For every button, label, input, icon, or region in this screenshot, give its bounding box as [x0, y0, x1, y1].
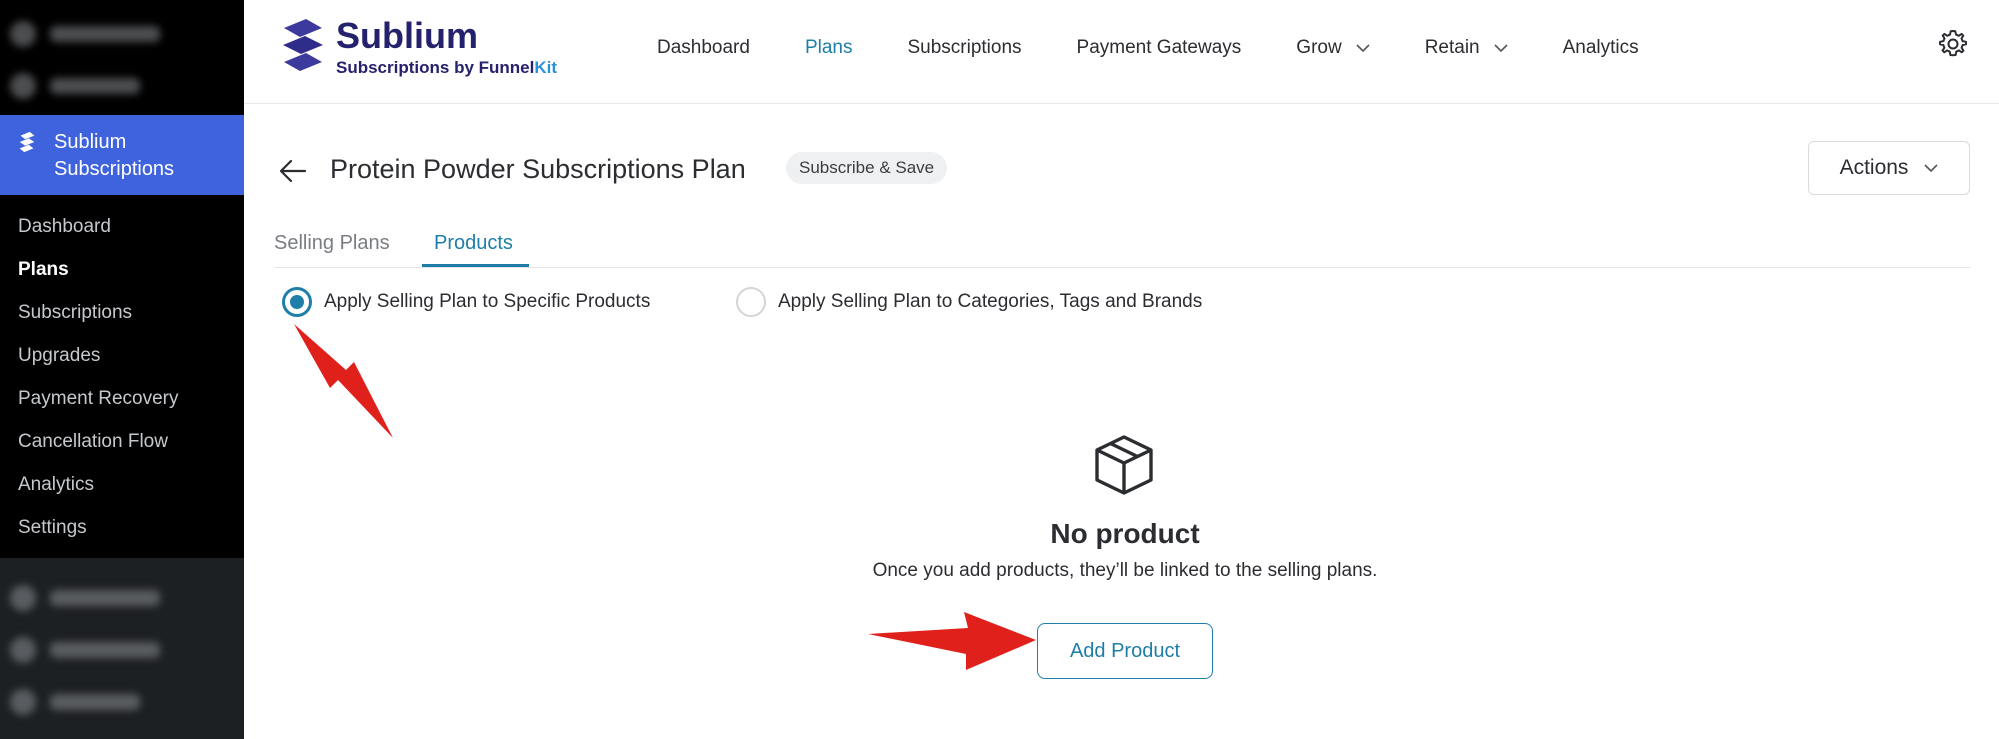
tab-products[interactable]: Products [434, 232, 513, 255]
nav-plans-label: Plans [804, 37, 853, 58]
sidebar-item-analytics[interactable]: Analytics [0, 463, 244, 506]
nav-grow[interactable]: Grow [1296, 37, 1370, 59]
page-title: Protein Powder Subscriptions Plan [330, 154, 746, 184]
sidebar-plugin-label: Sublium Subscriptions [54, 131, 175, 180]
radio-categories-tags-brands[interactable]: Apply Selling Plan to Categories, Tags a… [736, 287, 1202, 317]
chevron-down-icon [1356, 44, 1370, 53]
sublium-logo-icon [283, 19, 323, 71]
brand-tagline-suffix: Kit [534, 58, 558, 77]
nav-payment-gateways[interactable]: Payment Gateways [1077, 37, 1242, 59]
nav-grow-label: Grow [1296, 37, 1342, 58]
nav-dashboard[interactable]: Dashboard [657, 37, 750, 59]
back-arrow-icon[interactable] [278, 156, 308, 186]
tab-selling-plans[interactable]: Selling Plans [274, 232, 390, 255]
sidebar-submenu: Dashboard Plans Subscriptions Upgrades P… [0, 205, 244, 549]
nav-payment-gateways-label: Payment Gateways [1076, 37, 1242, 58]
brand[interactable]: Sublium Subscriptions by FunnelKit [280, 18, 557, 78]
radio-button-unchecked[interactable] [736, 287, 766, 317]
brand-tagline: Subscriptions by FunnelKit [336, 58, 557, 78]
blurred-menu-items-bottom [10, 572, 160, 728]
empty-state-description: Once you add products, they’ll be linked… [872, 560, 1378, 581]
top-header: Sublium Subscriptions by FunnelKit Dashb… [244, 0, 1999, 104]
plan-type-badge: Subscribe & Save [786, 152, 948, 184]
blurred-menu-items-top-overlay [10, 8, 160, 112]
nav-plans[interactable]: Plans [805, 37, 853, 59]
sidebar-item-upgrades[interactable]: Upgrades [0, 334, 244, 377]
brand-tagline-prefix: Subscriptions by Funnel [336, 58, 535, 77]
nav-subscriptions[interactable]: Subscriptions [907, 37, 1021, 59]
nav-retain-label: Retain [1424, 37, 1480, 58]
sidebar-item-dashboard[interactable]: Dashboard [0, 205, 244, 248]
radio-specific-products[interactable]: Apply Selling Plan to Specific Products [282, 287, 650, 317]
plan-tabs: Selling Plans Products [274, 224, 1970, 268]
sidebar-item-settings[interactable]: Settings [0, 506, 244, 549]
chevron-down-icon [1924, 164, 1939, 173]
sidebar-plugin-sublium[interactable]: Sublium Subscriptions [0, 115, 244, 195]
sublium-icon [19, 131, 35, 153]
sidebar-item-plans[interactable]: Plans [0, 248, 244, 291]
sidebar-item-cancellation-flow[interactable]: Cancellation Flow [0, 420, 244, 463]
empty-state-title: No product [1050, 518, 1200, 549]
radio-categories-label: Apply Selling Plan to Categories, Tags a… [778, 291, 1203, 312]
sidebar-item-subscriptions[interactable]: Subscriptions [0, 291, 244, 334]
wp-admin-sidebar: Sublium Subscriptions Dashboard Plans Su… [0, 0, 244, 739]
brand-name: Sublium [336, 15, 478, 56]
active-tab-indicator [422, 264, 529, 267]
gear-icon[interactable] [1937, 28, 1969, 60]
nav-subscriptions-label: Subscriptions [907, 37, 1022, 58]
radio-specific-products-label: Apply Selling Plan to Specific Products [324, 291, 651, 312]
nav-dashboard-label: Dashboard [657, 37, 750, 58]
add-product-button[interactable]: Add Product [1037, 623, 1213, 679]
actions-label: Actions [1839, 156, 1909, 179]
radio-button-checked[interactable] [282, 287, 312, 317]
actions-dropdown-button[interactable]: Actions [1808, 141, 1970, 195]
box-icon [1095, 435, 1153, 495]
nav-retain[interactable]: Retain [1425, 37, 1508, 59]
main-content: Protein Powder Subscriptions Plan Subscr… [244, 104, 1999, 739]
nav-analytics[interactable]: Analytics [1563, 37, 1639, 59]
nav-analytics-label: Analytics [1562, 37, 1639, 58]
main-nav: Dashboard Plans Subscriptions Payment Ga… [657, 0, 1694, 96]
chevron-down-icon [1494, 44, 1508, 53]
sidebar-item-payment-recovery[interactable]: Payment Recovery [0, 377, 244, 420]
